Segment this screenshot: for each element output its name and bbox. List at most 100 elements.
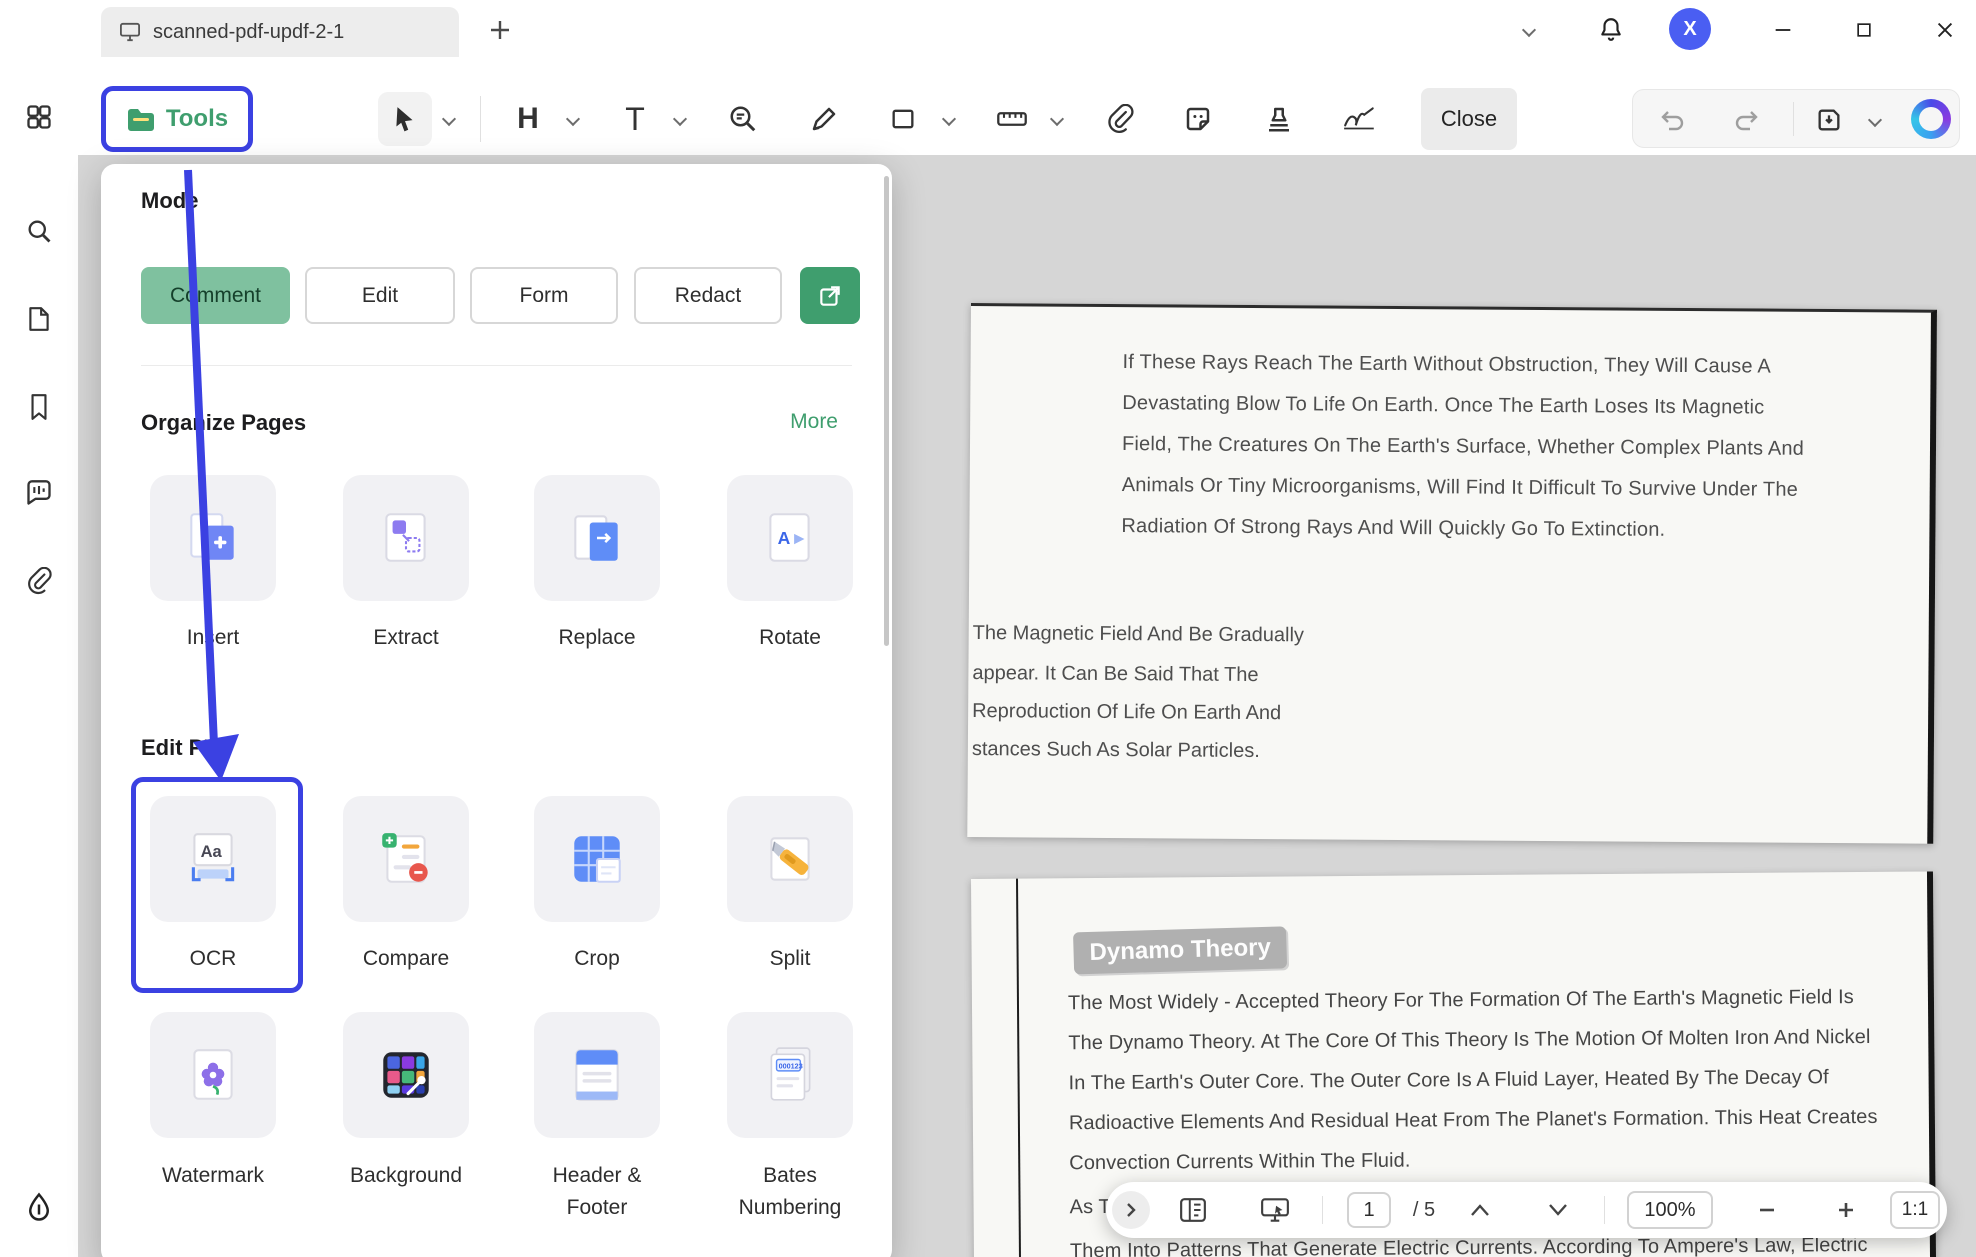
mode-section-title: Mode <box>141 188 198 214</box>
chevron-up-icon <box>1470 1203 1490 1217</box>
mode-comment-button[interactable]: Comment <box>141 267 290 324</box>
organize-more-link[interactable]: More <box>790 410 838 434</box>
notifications-button[interactable] <box>1592 10 1630 48</box>
text-tool-dropdown[interactable] <box>667 92 693 146</box>
document-text-line: stances Such As Solar Particles. <box>972 738 1260 763</box>
pdf-page-1: If These Rays Reach The Earth Without Ob… <box>967 303 1937 844</box>
open-in-new-button[interactable] <box>800 267 860 324</box>
chevron-right-icon <box>1123 1202 1139 1218</box>
select-tool-button[interactable] <box>378 92 432 146</box>
cursor-icon <box>392 105 418 133</box>
page-number-input[interactable] <box>1347 1192 1391 1228</box>
save-dropdown[interactable] <box>1863 110 1887 130</box>
extract-tool-tile[interactable] <box>343 475 469 601</box>
shape-tool-button[interactable] <box>879 92 927 146</box>
ocr-icon: Aa <box>182 828 244 890</box>
avatar[interactable]: X <box>1669 8 1711 50</box>
rotate-tool-tile[interactable]: A <box>727 475 853 601</box>
new-tab-button[interactable] <box>482 12 518 48</box>
measure-tool-dropdown[interactable] <box>1044 92 1070 146</box>
zoom-out-button[interactable] <box>1751 1195 1783 1225</box>
bookmarks-button[interactable] <box>19 387 59 427</box>
search-text-icon <box>728 104 758 134</box>
actual-size-button[interactable]: 1:1 <box>1890 1191 1940 1229</box>
organize-section-title: Organize Pages <box>141 410 306 436</box>
presentation-mode-button[interactable] <box>1258 1195 1292 1225</box>
crop-tool-label: Crop <box>522 943 672 975</box>
document-text-line: Reproduction Of Life On Earth And <box>972 700 1281 725</box>
maximize-button[interactable] <box>1849 15 1879 45</box>
panel-scrollbar[interactable] <box>884 176 889 646</box>
pen-tool-button[interactable] <box>800 92 848 146</box>
zoom-in-button[interactable] <box>1830 1195 1862 1225</box>
highlight-tool-dropdown[interactable] <box>560 92 586 146</box>
insert-tool-tile[interactable] <box>150 475 276 601</box>
background-tool-tile[interactable] <box>343 1012 469 1138</box>
redo-button[interactable] <box>1728 102 1764 138</box>
document-tab[interactable]: scanned-pdf-updf-2-1 <box>101 7 459 57</box>
header-footer-tool-tile[interactable] <box>534 1012 660 1138</box>
text-tool-button[interactable]: T <box>611 92 659 146</box>
undo-button[interactable] <box>1655 102 1691 138</box>
paperclip-icon <box>1106 104 1134 134</box>
close-tools-button[interactable]: Close <box>1421 88 1517 150</box>
previous-page-button[interactable] <box>1464 1195 1496 1225</box>
page-count-label: / 5 <box>1400 1182 1448 1238</box>
tab-list-button[interactable] <box>1512 16 1546 44</box>
sticker-tool-button[interactable] <box>1174 92 1222 146</box>
toolbar-divider <box>1793 102 1794 136</box>
shape-tool-dropdown[interactable] <box>936 92 962 146</box>
chevron-down-icon <box>1548 1203 1568 1217</box>
bookmark-icon <box>27 393 51 421</box>
document-text-line: The Dynamo Theory. At The Core Of This T… <box>1068 1026 1870 1055</box>
pen-nib-button[interactable] <box>19 1187 59 1227</box>
document-text-line: Convection Currents Within The Fluid. <box>1069 1150 1410 1176</box>
rotate-icon-letter: A <box>778 528 791 548</box>
zoom-level-button[interactable]: 100% <box>1627 1191 1713 1229</box>
minimize-icon <box>1772 19 1794 41</box>
comments-panel-button[interactable] <box>19 473 59 513</box>
stamp-icon <box>1264 104 1294 134</box>
search-button[interactable] <box>19 211 59 251</box>
history-save-group <box>1632 89 1960 148</box>
header-footer-tool-label: Header & Footer <box>522 1160 672 1223</box>
replace-tool-tile[interactable] <box>534 475 660 601</box>
expand-panel-button[interactable] <box>1112 1191 1150 1229</box>
measure-tool-button[interactable] <box>988 92 1036 146</box>
tools-button[interactable]: Tools <box>101 86 253 152</box>
updf-ai-logo-icon[interactable] <box>1911 99 1951 139</box>
next-page-button[interactable] <box>1542 1195 1574 1225</box>
crop-tool-tile[interactable] <box>534 796 660 922</box>
replace-icon <box>566 507 628 569</box>
attachment-tool-button[interactable] <box>1096 92 1144 146</box>
select-tool-dropdown[interactable] <box>436 92 462 146</box>
bell-icon <box>1598 16 1624 42</box>
compare-tool-tile[interactable] <box>343 796 469 922</box>
ruler-icon <box>996 104 1028 134</box>
bates-numbering-tool-label: Bates Numbering <box>715 1160 865 1223</box>
signature-tool-button[interactable] <box>1336 92 1384 146</box>
document-icon <box>26 305 52 333</box>
mode-redact-button[interactable]: Redact <box>634 267 782 324</box>
letter-h-icon: H <box>517 102 539 136</box>
search-icon <box>25 217 53 245</box>
save-button[interactable] <box>1811 102 1847 138</box>
background-tool-label: Background <box>331 1160 481 1192</box>
split-tool-tile[interactable] <box>727 796 853 922</box>
search-text-tool-button[interactable] <box>719 92 767 146</box>
apps-grid-button[interactable] <box>19 97 59 137</box>
close-window-button[interactable] <box>1930 15 1960 45</box>
highlight-tool-button[interactable]: H <box>504 92 552 146</box>
mode-edit-button[interactable]: Edit <box>305 267 455 324</box>
pages-panel-button[interactable] <box>19 299 59 339</box>
bates-icon-sample-text: 000123 <box>779 1061 803 1070</box>
stamp-tool-button[interactable] <box>1255 92 1303 146</box>
minimize-button[interactable] <box>1768 15 1798 45</box>
attachments-panel-button[interactable] <box>19 561 59 601</box>
ocr-tool-tile[interactable]: Aa <box>150 796 276 922</box>
watermark-tool-tile[interactable] <box>150 1012 276 1138</box>
bates-numbering-tool-tile[interactable]: 000123 <box>727 1012 853 1138</box>
thumbnail-view-button[interactable] <box>1177 1195 1209 1225</box>
mode-form-button[interactable]: Form <box>470 267 618 324</box>
header-footer-icon <box>566 1044 628 1106</box>
